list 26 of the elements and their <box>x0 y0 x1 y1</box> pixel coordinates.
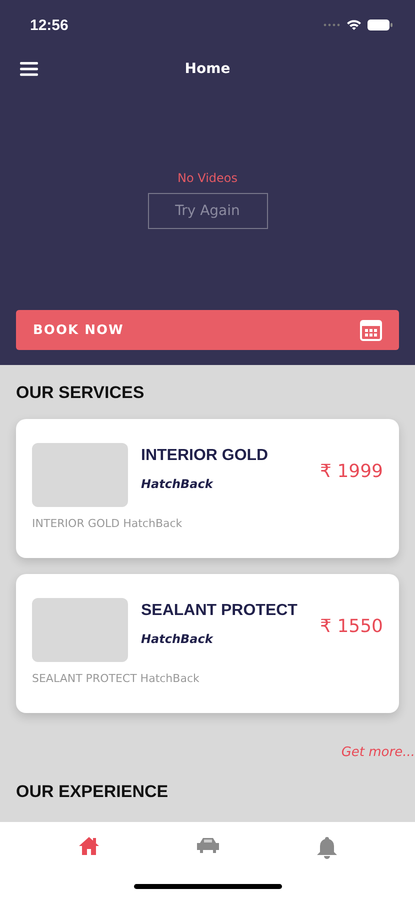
home-icon <box>78 836 100 856</box>
page-title: Home <box>184 61 230 77</box>
try-again-button[interactable]: Try Again <box>148 193 268 229</box>
service-price: ₹ 1550 <box>320 616 383 637</box>
service-card[interactable]: INTERIOR GOLD HatchBack ₹ 1999 INTERIOR GOLD HatchBack <box>16 419 399 558</box>
battery-icon <box>367 19 393 31</box>
car-type: HatchBack <box>141 632 214 646</box>
signal-icon <box>323 22 341 28</box>
status-time: 12:56 <box>30 16 68 34</box>
calendar-icon <box>360 319 382 341</box>
service-price: ₹ 1999 <box>320 461 383 482</box>
menu-button[interactable] <box>20 62 38 76</box>
car-icon <box>194 836 220 854</box>
bell-icon <box>316 836 338 860</box>
service-description: INTERIOR GOLD HatchBack <box>32 517 184 530</box>
section-title: OUR EXPERIENCE <box>16 782 170 802</box>
service-card[interactable]: SEALANT PROTECT HatchBack ₹ 1550 SEALANT PROTECT HatchBack <box>16 574 399 713</box>
section-title: OUR SERVICES <box>16 383 146 403</box>
service-description: SEALANT PROTECT HatchBack <box>32 672 200 685</box>
get-more-link[interactable]: Get more... <box>341 745 415 760</box>
service-name: SEALANT PROTECT <box>141 602 298 620</box>
book-now-button[interactable]: BOOK NOW <box>16 310 399 350</box>
no-videos-message: No Videos <box>177 171 238 185</box>
car-type: HatchBack <box>141 477 214 491</box>
service-name: INTERIOR GOLD <box>141 447 270 465</box>
wifi-icon <box>346 19 362 31</box>
